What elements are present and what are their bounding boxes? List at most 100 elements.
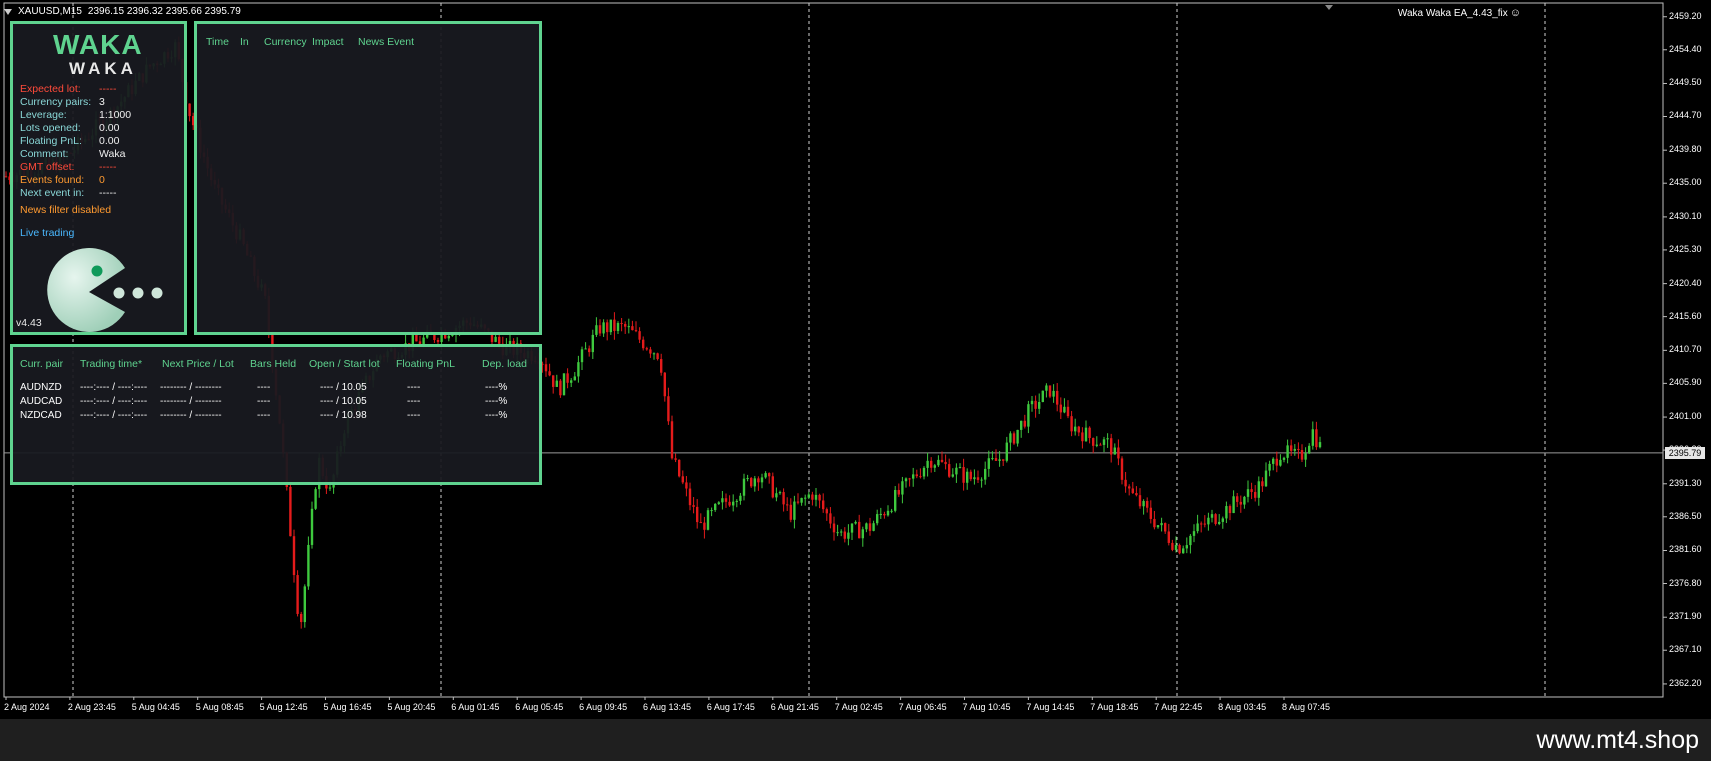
info-value: 3 [99,96,105,108]
news-col-event: News Event [358,36,415,48]
candle-body [1282,457,1286,460]
candle-body [1261,481,1264,487]
candle-body [897,489,900,495]
candle-body [1203,523,1206,525]
price-tick-label: 2420.40 [1669,277,1702,288]
candle-body [876,514,879,524]
time-tick-label: 5 Aug 12:45 [259,702,308,712]
candle-body [1304,453,1307,460]
candle-body [1009,433,1012,443]
candle-body [1268,463,1271,471]
candle-body [1074,426,1077,432]
candle-body [1077,426,1080,433]
candle-body [757,478,760,483]
next-event-row: Next event in: ----- [20,187,131,200]
candle-body [1275,458,1278,466]
candle-body [807,494,810,498]
time-tick-label: 5 Aug 20:45 [387,702,436,712]
info-value: ----- [99,187,117,199]
smiley-icon: ☺ [1509,7,1521,19]
candle-body [1012,433,1016,444]
candle-body [1063,406,1066,413]
time-tick-label: 7 Aug 10:45 [962,702,1011,712]
candle-body [634,330,638,332]
candle-body [1243,496,1246,505]
candle-body [1149,507,1152,519]
cell-pnl: ---- [407,396,421,407]
shift-marker-icon[interactable] [1325,5,1333,10]
candle-body [778,492,782,494]
candle-body [1264,470,1268,487]
candle-body [775,493,778,498]
candle-body [1174,545,1178,550]
candle-body [969,471,972,480]
price-tick-label: 2430.10 [1669,210,1702,221]
symbol-dropdown-icon[interactable] [4,8,12,15]
trade-panel: Curr. pair Trading time* Next Price / Lo… [10,344,542,485]
candle-body [739,495,742,501]
candle-body [573,376,576,381]
candle-body [595,325,598,335]
candle-body [1192,531,1196,536]
cell-pair: NZDCAD [20,410,62,421]
candle-body [850,523,854,533]
cell-pnl: ---- [407,410,421,421]
candle-body [1286,445,1289,458]
candle-body [1308,445,1311,454]
candle-body [678,459,681,477]
info-value: 1:1000 [99,109,132,121]
candle-body [645,348,648,350]
candle-body [1290,445,1293,451]
price-chart[interactable]: XAUUSD,M15 2396.15 2396.32 2395.66 2395.… [0,0,1711,712]
floating-pnl-row: Floating PnL: 0.00 [20,135,131,148]
candle-body [1131,488,1134,494]
candle-body [674,458,677,460]
candle-body [1034,400,1037,409]
candle-body [796,501,800,503]
candle-body [1113,447,1116,455]
expert-advisor-label[interactable]: Waka Waka EA_4.43_fix ☺ [1398,7,1521,19]
candle-body [652,353,656,355]
candle-body [642,339,645,349]
candle-body [991,458,994,460]
candle-body [926,460,929,468]
candle-body [1030,400,1034,405]
info-label: Leverage: [20,109,67,121]
candle-body [1124,479,1127,487]
candle-body [1038,401,1041,409]
candle-body [1160,523,1163,526]
candle-body [1214,514,1217,524]
candle-body [544,364,548,372]
candle-body [847,532,850,539]
cell-time: ----:---- / ----:---- [80,382,148,393]
cell-bars: ---- [257,382,271,393]
candle-body [1257,481,1260,498]
candle-body [1254,491,1257,498]
candle-body [948,464,951,477]
news-col-in: In [240,36,249,48]
candle-body [890,510,893,512]
ohlc-readout: 2396.15 2396.32 2395.66 2395.79 [87,6,241,17]
price-tick-label: 2425.30 [1669,243,1702,254]
candle-body [656,353,659,360]
candle-body [415,335,418,342]
cell-time: ----:---- / ----:---- [80,396,148,407]
cell-open: ---- / 10.05 [320,396,367,407]
candle-body [1052,390,1055,397]
candle-body [1315,429,1318,448]
info-label: Comment: [20,148,69,160]
candle-body [710,510,713,512]
candle-body [1225,506,1228,519]
candle-body [732,501,735,506]
current-price-tag: 2395.79 [1665,446,1705,459]
candle-body [1135,493,1138,496]
version-label: v4.43 [16,317,42,329]
candle-body [703,522,706,530]
candle-body [609,319,612,333]
candle-body [696,506,699,523]
candle-body [883,513,886,516]
candle-body [1189,535,1192,546]
candle-body [598,325,602,334]
gmt-offset-row: GMT offset: ----- [20,161,131,174]
price-tick-label: 2405.90 [1669,377,1702,388]
